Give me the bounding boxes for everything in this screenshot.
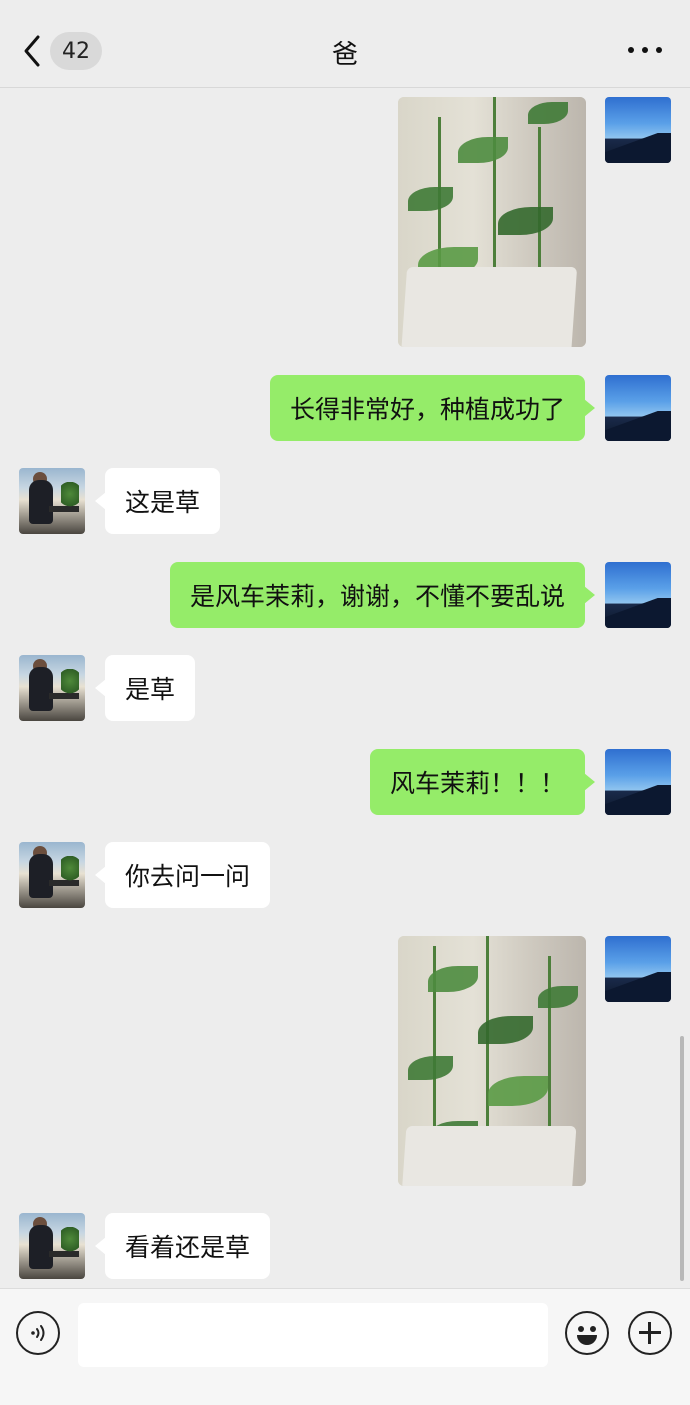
- chat-scrollbar[interactable]: [680, 1036, 684, 1281]
- dad-message-bubble[interactable]: 是草: [94, 655, 196, 721]
- dad-message-bubble[interactable]: 这是草: [94, 468, 221, 534]
- dad-avatar[interactable]: [19, 655, 85, 721]
- my-avatar[interactable]: [605, 562, 671, 628]
- more-dot-icon: [642, 47, 648, 53]
- my-avatar[interactable]: [605, 97, 671, 163]
- dad-message-bubble[interactable]: 看着还是草: [94, 1213, 271, 1279]
- my-avatar[interactable]: [605, 375, 671, 441]
- emoji-button[interactable]: [565, 1311, 609, 1355]
- message-composer: [0, 1288, 690, 1405]
- more-functions-button[interactable]: [628, 1311, 672, 1355]
- my-message-bubble[interactable]: 是风车茉莉，谢谢，不懂不要乱说: [169, 562, 596, 628]
- message-input[interactable]: [78, 1303, 548, 1367]
- dad-message-bubble[interactable]: 你去问一问: [94, 842, 271, 908]
- chat-title: 爸: [331, 40, 358, 70]
- dad-avatar[interactable]: [19, 468, 85, 534]
- voice-waves-icon: [31, 1325, 45, 1341]
- emoji-icon: [578, 1326, 584, 1332]
- my-message-bubble[interactable]: 风车茉莉！！！: [369, 749, 596, 815]
- emoji-icon: [577, 1335, 597, 1345]
- my-message-bubble[interactable]: 长得非常好，种植成功了: [269, 375, 596, 441]
- more-options-button[interactable]: [628, 40, 662, 60]
- voice-input-button[interactable]: [16, 1311, 60, 1355]
- my-avatar[interactable]: [605, 749, 671, 815]
- dad-avatar[interactable]: [19, 842, 85, 908]
- more-dot-icon: [628, 47, 634, 53]
- chat-header: 42 爸: [0, 0, 690, 88]
- emoji-icon: [590, 1326, 596, 1332]
- my-avatar[interactable]: [605, 936, 671, 1002]
- more-dot-icon: [656, 47, 662, 53]
- plant-photo-message[interactable]: [398, 97, 586, 347]
- dad-avatar[interactable]: [19, 1213, 85, 1279]
- plant-photo-message[interactable]: [398, 936, 586, 1186]
